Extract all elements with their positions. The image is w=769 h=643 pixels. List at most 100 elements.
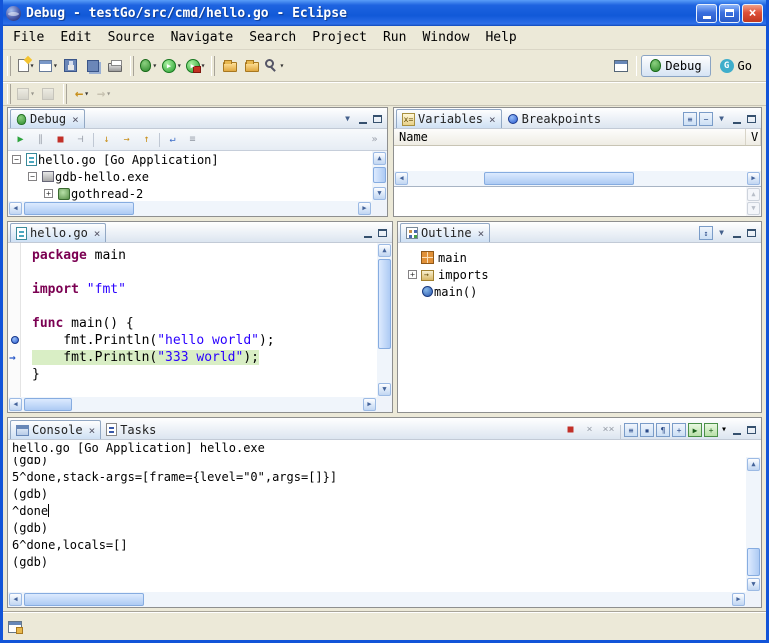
menu-item[interactable]: Project	[304, 27, 375, 48]
close-icon[interactable]: ×	[94, 227, 101, 240]
scroll-down-icon[interactable]: ▼	[747, 578, 760, 591]
menu-item[interactable]: Run	[375, 27, 414, 48]
menu-item[interactable]: Help	[477, 27, 524, 48]
outline-tree[interactable]: main + imports main()	[398, 243, 761, 412]
debug-horizontal-scrollbar[interactable]: ◀ ▶	[8, 201, 372, 216]
outline-tree-row[interactable]: + imports	[404, 266, 761, 283]
sort-icon[interactable]: ↕	[699, 226, 713, 240]
console-dropdown-icon[interactable]: ▾	[719, 420, 729, 439]
maximize-view-icon[interactable]	[744, 111, 759, 126]
minimize-view-icon[interactable]	[729, 225, 744, 240]
variables-detail-pane[interactable]	[394, 186, 761, 216]
step-return-icon[interactable]: ↑	[137, 130, 156, 149]
scroll-thumb[interactable]	[484, 172, 634, 185]
tab-console[interactable]: Console ×	[10, 420, 101, 439]
tab-tasks[interactable]: Tasks	[101, 420, 161, 439]
scroll-up-icon[interactable]: ▲	[747, 188, 760, 201]
step-filters-icon[interactable]: ≡	[183, 130, 202, 149]
open-console-icon[interactable]: +	[704, 423, 718, 437]
expander-icon[interactable]: +	[44, 189, 53, 198]
scroll-up-icon[interactable]: ▲	[373, 152, 386, 165]
close-icon[interactable]: ×	[489, 113, 496, 126]
column-value[interactable]: V	[746, 129, 761, 145]
editor-vertical-scrollbar[interactable]: ▲ ▼	[377, 243, 392, 397]
scroll-left-icon[interactable]: ◀	[9, 398, 22, 411]
view-menu-icon[interactable]: ▼	[714, 225, 729, 240]
editor-horizontal-scrollbar[interactable]: ◀ ▶	[8, 397, 377, 412]
external-tools-button[interactable]: ▾	[184, 54, 208, 78]
toolbar-grip[interactable]	[7, 56, 11, 76]
terminate-icon[interactable]: ■	[51, 130, 70, 149]
debug-tree-row[interactable]: − gdb-hello.exe	[8, 168, 372, 185]
scroll-right-icon[interactable]: ▶	[747, 172, 760, 185]
debug-tree-row[interactable]: − hello.go [Go Application]	[8, 151, 372, 168]
next-annotation-button[interactable]: ▾	[15, 82, 37, 106]
new-window-button[interactable]: ▾	[37, 54, 60, 78]
dropdown-icon[interactable]: ▾	[53, 61, 58, 70]
toolbar-overflow-icon[interactable]: »	[365, 130, 384, 149]
expander-icon[interactable]: +	[408, 270, 417, 279]
toolbar-grip[interactable]	[7, 84, 11, 104]
toolbar-grip[interactable]	[130, 56, 134, 76]
breakpoint-icon[interactable]	[11, 336, 19, 344]
dropdown-icon[interactable]: ▾	[279, 61, 284, 70]
outline-tree-row[interactable]: main()	[404, 283, 761, 300]
scroll-left-icon[interactable]: ◀	[9, 202, 22, 215]
code-editor[interactable]: package main import "fmt" func main() { …	[22, 243, 377, 397]
suspend-icon[interactable]: ∥	[31, 130, 50, 149]
scroll-thumb[interactable]	[24, 593, 144, 606]
print-button[interactable]	[104, 54, 126, 78]
new-wizard-button[interactable]: ▾	[15, 54, 37, 78]
scroll-right-icon[interactable]: ▶	[358, 202, 371, 215]
debug-vertical-scrollbar[interactable]: ▲ ▼	[372, 151, 387, 201]
drop-to-frame-icon[interactable]: ↵	[163, 130, 182, 149]
view-menu-icon[interactable]: ▼	[714, 111, 729, 126]
scroll-thumb[interactable]	[747, 548, 760, 576]
debug-tree[interactable]: − hello.go [Go Application] − gdb-hello.…	[8, 151, 372, 201]
disconnect-icon[interactable]: ⊣	[71, 130, 90, 149]
dropdown-icon[interactable]: ▾	[30, 89, 35, 98]
close-button[interactable]: ×	[742, 4, 763, 23]
menu-item[interactable]: Navigate	[163, 27, 242, 48]
dropdown-icon[interactable]: ▾	[177, 61, 182, 70]
resume-icon[interactable]: ▶	[11, 130, 30, 149]
close-icon[interactable]: ×	[89, 424, 96, 437]
editor-ruler[interactable]: →	[8, 243, 21, 397]
scroll-down-icon[interactable]: ▼	[373, 187, 386, 200]
dropdown-icon[interactable]: ▾	[106, 89, 111, 98]
save-button[interactable]	[60, 54, 82, 78]
outline-tree-row[interactable]: main	[404, 249, 761, 266]
scroll-right-icon[interactable]: ▶	[363, 398, 376, 411]
remove-all-launches-icon[interactable]: ××	[599, 420, 618, 439]
step-into-icon[interactable]: ↓	[97, 130, 116, 149]
perspective-go-button[interactable]: Go	[711, 55, 761, 77]
display-selected-console-icon[interactable]: ▶	[688, 423, 702, 437]
minimize-view-icon[interactable]	[729, 422, 744, 437]
dropdown-icon[interactable]: ▾	[84, 89, 89, 98]
console-vertical-scrollbar[interactable]: ▲ ▼	[746, 457, 761, 592]
menu-item[interactable]: Edit	[52, 27, 99, 48]
maximize-view-icon[interactable]	[375, 225, 390, 240]
scroll-left-icon[interactable]: ◀	[395, 172, 408, 185]
terminate-icon[interactable]: ■	[561, 420, 580, 439]
debug-tree-row[interactable]: + gothread-2	[8, 185, 372, 201]
minimize-view-icon[interactable]	[360, 225, 375, 240]
column-name[interactable]: Name	[394, 129, 746, 145]
menu-item[interactable]: Source	[100, 27, 163, 48]
scroll-thumb[interactable]	[373, 167, 386, 183]
console-horizontal-scrollbar[interactable]: ◀ ▶	[8, 592, 746, 607]
pin-console-icon[interactable]: +	[672, 423, 686, 437]
dropdown-icon[interactable]: ▾	[30, 61, 35, 70]
debug-launch-button[interactable]: ▾	[138, 54, 160, 78]
forward-button[interactable]: →▾	[93, 82, 115, 106]
console-output[interactable]: (gdb)5^done,stack-args=[frame={level="0"…	[8, 457, 746, 592]
title-bar[interactable]: Debug - testGo/src/cmd/hello.go - Eclips…	[3, 0, 766, 26]
word-wrap-icon[interactable]: ¶	[656, 423, 670, 437]
toolbar-grip[interactable]	[63, 84, 67, 104]
scroll-up-icon[interactable]: ▲	[747, 458, 760, 471]
collapse-all-icon[interactable]: −	[699, 112, 713, 126]
toolbar-grip[interactable]	[211, 56, 215, 76]
scroll-lock-icon[interactable]: ▪	[640, 423, 654, 437]
scroll-thumb[interactable]	[378, 259, 391, 349]
menu-item[interactable]: File	[5, 27, 52, 48]
